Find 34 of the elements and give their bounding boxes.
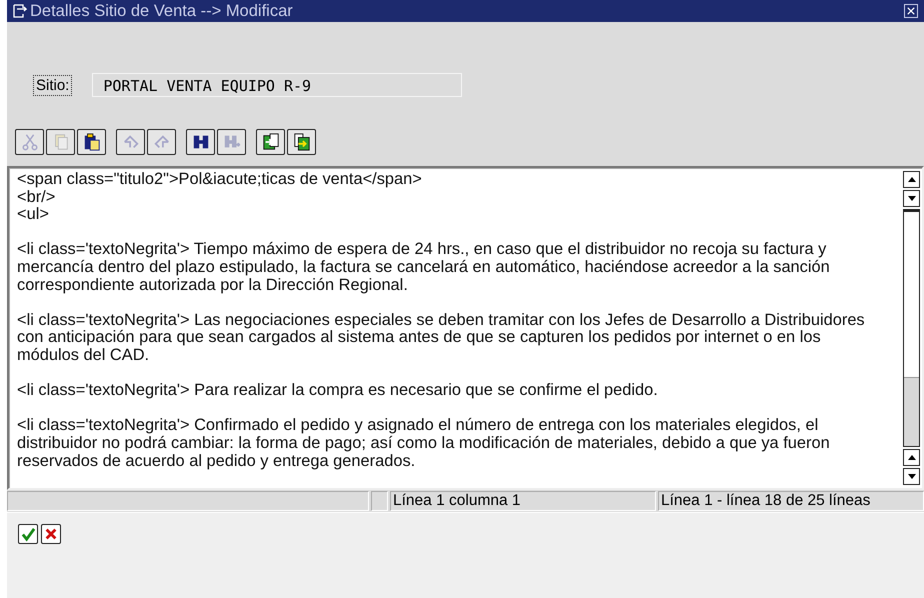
vertical-scrollbar[interactable]	[903, 168, 922, 488]
redo-icon	[152, 133, 170, 151]
text-paragraph: <li class='textoNegrita'> Tiempo máximo de espera de 24 hrs., en caso que el distribuidor no recoja su factura y mercancía dentro del plazo estipulado, la factura se cancelará en automático, haciéndose acreedor a la sanción correspondiente autorizada por la Dirección Regional.	[17, 241, 831, 294]
find-button[interactable]	[186, 129, 215, 155]
close-button[interactable]	[904, 4, 918, 18]
line-range: Línea 1 - línea 18 de 25 líneas	[658, 491, 924, 511]
down-arrow-icon	[908, 196, 916, 201]
down-arrow-icon	[908, 474, 916, 479]
window-icon	[13, 4, 27, 18]
cross-icon	[44, 527, 58, 541]
cancel-button[interactable]	[41, 524, 61, 544]
text-paragraph: <li class='textoNegrita'> Confirmado el pedido y asignado el número de entrega con los materiales elegidos, el distribuidor no podrá cambiar: la forma de pago; así como la modificación de materiales, debido a que ya fueron reservados de acuerdo al pedido y entrega generados.	[17, 417, 831, 470]
paste-button[interactable]	[77, 129, 106, 155]
close-icon	[907, 7, 915, 15]
text-editor[interactable]	[7, 166, 924, 490]
site-label: Sitio:	[33, 74, 72, 96]
document-arrow-icon	[292, 133, 310, 151]
up-arrow-icon	[908, 177, 916, 182]
checkmark-icon	[20, 526, 36, 542]
undo-icon	[122, 133, 140, 151]
window-title: Detalles Sitio de Venta --> Modificar	[30, 2, 294, 20]
confirm-button[interactable]	[18, 524, 38, 544]
paste-icon	[82, 133, 100, 151]
scissors-icon	[20, 133, 38, 151]
up-arrow-icon	[908, 455, 916, 460]
text-paragraph: <span class="titulo2">Pol&iacute;ticas de venta</span> <br/> <ul>	[17, 171, 423, 224]
text-paragraph: <li class='textoNegrita'> Las negociaciones especiales se deben tramitar con los Jefes de Desarrollo a Distribuidores con anticipación para que sean cargados al sistema antes de que se capturen los pedidos por internet o en los módulos del CAD.	[17, 312, 866, 365]
export-button[interactable]	[287, 129, 316, 155]
cursor-position: Línea 1 columna 1	[390, 491, 656, 511]
site-field[interactable]: PORTAL VENTA EQUIPO R-9	[92, 73, 462, 97]
document-arrow-icon	[262, 133, 280, 151]
status-segment	[371, 491, 388, 511]
text-paragraph: <li class='textoNegrita'> Para realizar la compra es necesario que se confirme el pedido.	[17, 382, 659, 400]
import-button[interactable]	[256, 129, 285, 155]
